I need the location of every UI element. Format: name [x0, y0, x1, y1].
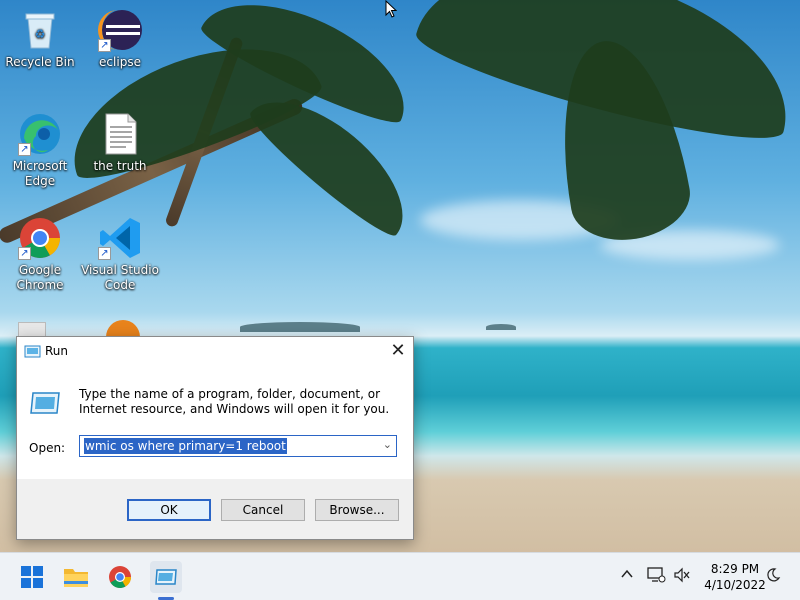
- taskbar-file-explorer[interactable]: [60, 561, 92, 593]
- desktop-icon-label: eclipse: [99, 55, 141, 69]
- taskbar-chrome[interactable]: [104, 561, 136, 593]
- network-icon[interactable]: [646, 567, 666, 587]
- taskbar: 8:29 PM 4/10/2022: [0, 552, 800, 600]
- text-document-icon: [98, 112, 142, 156]
- chrome-icon: [109, 566, 131, 588]
- cancel-button[interactable]: Cancel: [221, 499, 305, 521]
- run-titlebar[interactable]: Run ✕: [17, 337, 413, 367]
- desktop[interactable]: ♻ Recycle Bin ↗ eclipse ↗ Microsoft Edge…: [0, 0, 800, 600]
- browse-button[interactable]: Browse...: [315, 499, 399, 521]
- close-button[interactable]: ✕: [383, 337, 413, 367]
- run-dialog[interactable]: Run ✕ Type the name of a program, folder…: [16, 336, 414, 540]
- desktop-icon-the-truth[interactable]: the truth: [80, 112, 160, 174]
- folder-icon: [64, 569, 88, 587]
- desktop-icon-label: Google Chrome: [16, 263, 64, 292]
- open-label: Open:: [29, 441, 66, 455]
- desktop-icon-eclipse[interactable]: ↗ eclipse: [80, 8, 160, 70]
- recycle-bin-icon: ♻: [18, 8, 62, 52]
- start-button[interactable]: [16, 561, 48, 593]
- edge-icon: ↗: [18, 112, 62, 156]
- taskbar-run[interactable]: [150, 561, 182, 593]
- desktop-icon-label: Microsoft Edge: [12, 159, 68, 188]
- shortcut-arrow-icon: ↗: [18, 247, 31, 260]
- focus-assist-moon-icon[interactable]: [765, 567, 781, 587]
- chevron-down-icon[interactable]: ⌄: [383, 438, 392, 451]
- desktop-icon-vscode[interactable]: ↗ Visual Studio Code: [80, 216, 160, 293]
- windows-start-icon: [21, 566, 43, 588]
- desktop-icon-label: Visual Studio Code: [81, 263, 159, 292]
- clock-time[interactable]: 8:29 PM: [700, 562, 770, 576]
- open-combobox[interactable]: wmic os where primary=1 reboot ⌄: [79, 435, 397, 457]
- eclipse-icon: ↗: [98, 8, 142, 52]
- open-input-value[interactable]: wmic os where primary=1 reboot: [84, 438, 287, 454]
- desktop-icon-google-chrome[interactable]: ↗ Google Chrome: [0, 216, 80, 293]
- desktop-icon-microsoft-edge[interactable]: ↗ Microsoft Edge: [0, 112, 80, 189]
- shortcut-arrow-icon: ↗: [18, 143, 31, 156]
- clock-date[interactable]: 4/10/2022: [700, 578, 770, 592]
- desktop-icon-recycle-bin[interactable]: ♻ Recycle Bin: [0, 8, 80, 70]
- ok-button[interactable]: OK: [127, 499, 211, 521]
- run-program-icon: [30, 392, 60, 414]
- run-icon: [24, 345, 41, 358]
- tray-chevron-up-icon[interactable]: [620, 567, 634, 585]
- volume-muted-icon[interactable]: [673, 567, 691, 587]
- close-icon: ✕: [390, 340, 406, 361]
- run-description: Type the name of a program, folder, docu…: [79, 387, 390, 416]
- mouse-cursor-icon: [385, 0, 397, 18]
- vscode-icon: ↗: [98, 216, 142, 260]
- shortcut-arrow-icon: ↗: [98, 247, 111, 260]
- shortcut-arrow-icon: ↗: [98, 39, 111, 52]
- desktop-icon-label: the truth: [93, 159, 147, 173]
- svg-text:♻: ♻: [35, 27, 46, 41]
- wallpaper-island: [486, 324, 516, 330]
- wallpaper-island: [240, 322, 360, 332]
- desktop-icon-label: Recycle Bin: [5, 55, 75, 69]
- run-title: Run: [45, 344, 69, 358]
- chrome-icon: ↗: [18, 216, 62, 260]
- run-body: Type the name of a program, folder, docu…: [17, 367, 413, 479]
- run-icon: [155, 569, 177, 585]
